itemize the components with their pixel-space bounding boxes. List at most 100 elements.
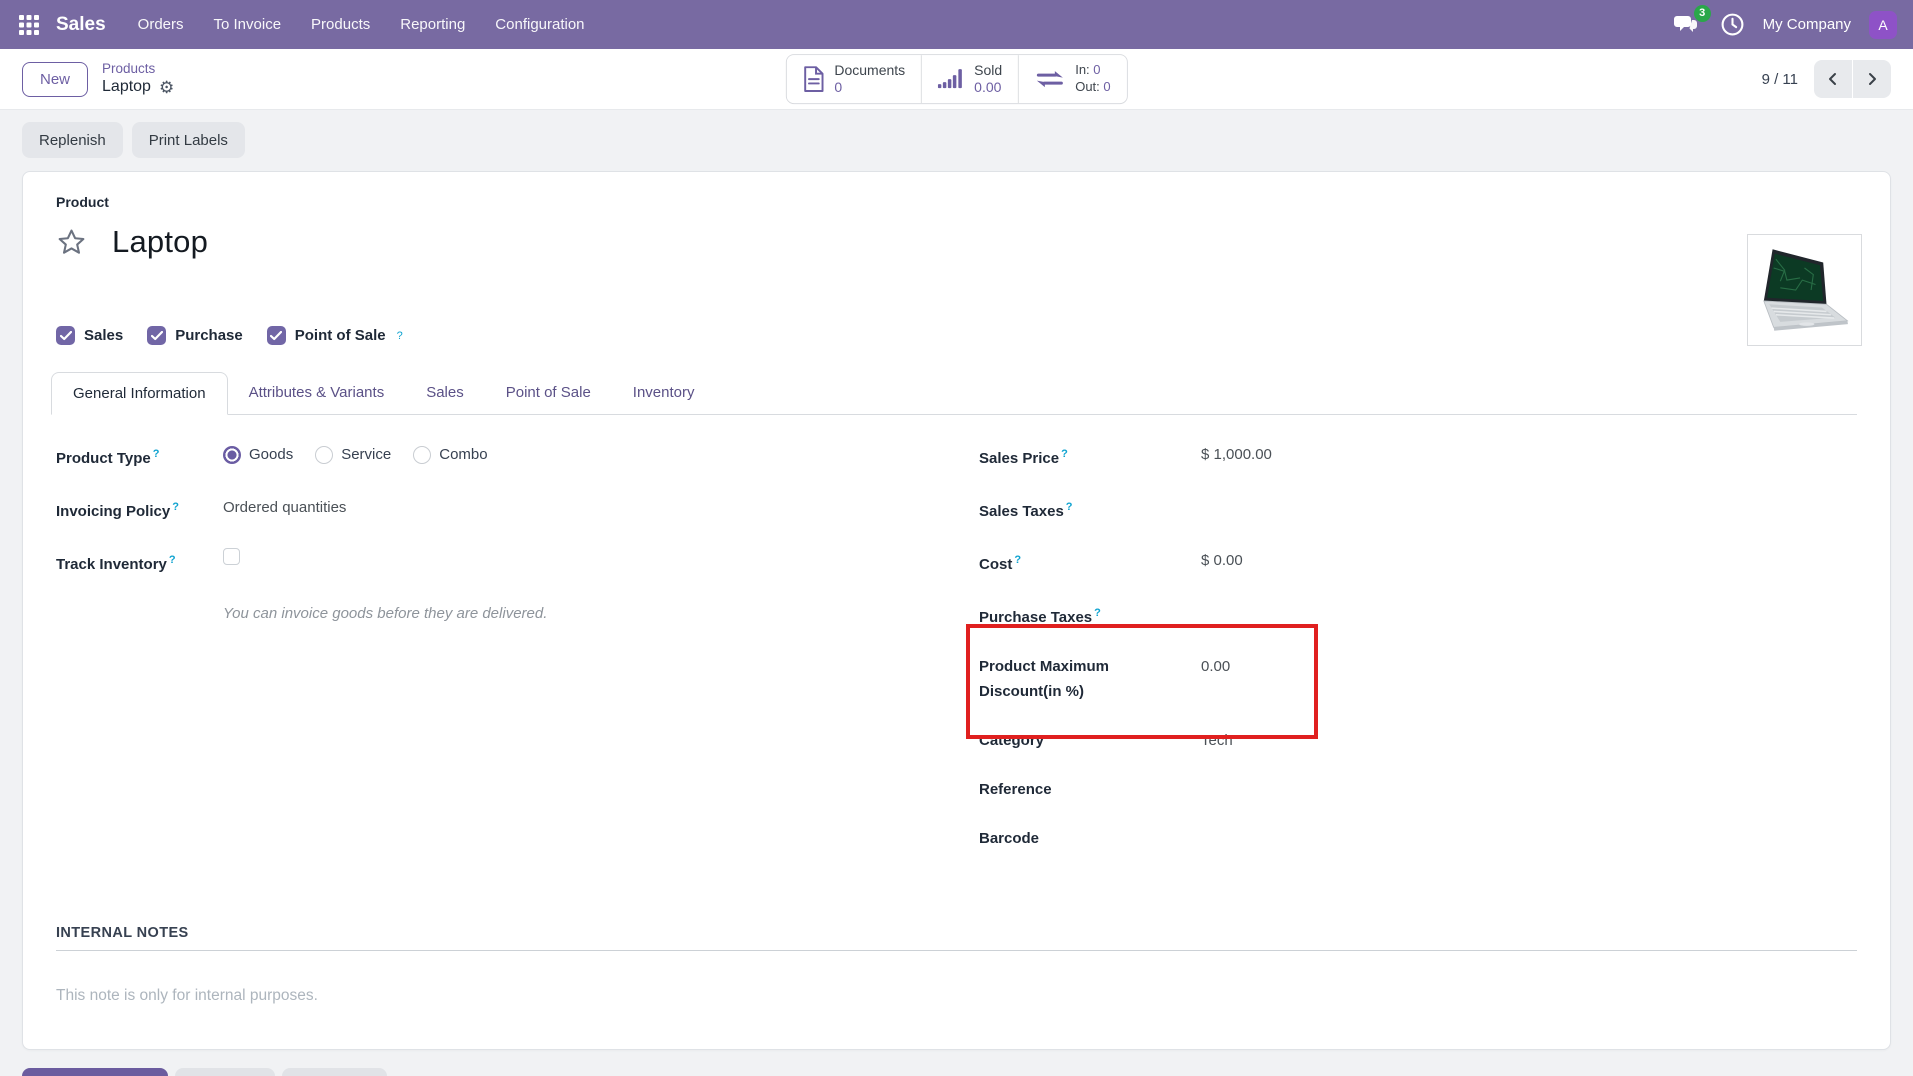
- breadcrumb: Products Laptop ⚙: [102, 61, 174, 98]
- channel-toggles: Sales Purchase Point of Sale ?: [56, 326, 1857, 345]
- sales-taxes-value[interactable]: [1201, 495, 1857, 520]
- pager-previous-button[interactable]: [1814, 60, 1852, 98]
- point-of-sale-checkbox[interactable]: Point of Sale ?: [267, 326, 403, 345]
- purchase-taxes-value[interactable]: [1201, 601, 1857, 626]
- partial-secondary-button[interactable]: [175, 1068, 275, 1076]
- documents-stat-button[interactable]: Documents 0: [786, 55, 922, 103]
- partial-primary-button[interactable]: [22, 1068, 168, 1076]
- help-question-icon[interactable]: ?: [397, 330, 403, 342]
- in-out-stat-button[interactable]: In: 0 Out: 0: [1019, 55, 1126, 103]
- radio-goods-label: Goods: [249, 442, 293, 467]
- partial-secondary-button[interactable]: [282, 1068, 387, 1076]
- notebook-tabs: General Information Attributes & Variant…: [51, 371, 1857, 415]
- print-labels-button[interactable]: Print Labels: [132, 122, 245, 158]
- tab-attributes-variants[interactable]: Attributes & Variants: [228, 372, 406, 415]
- product-title[interactable]: Laptop: [112, 224, 208, 260]
- help-question-icon[interactable]: ?: [1094, 607, 1101, 619]
- messages-icon[interactable]: 3: [1672, 12, 1702, 38]
- breadcrumb-current: Laptop: [102, 77, 151, 97]
- help-question-icon[interactable]: ?: [169, 554, 176, 566]
- user-avatar[interactable]: A: [1869, 11, 1897, 39]
- sales-taxes-label: Sales Taxes?: [979, 495, 1201, 524]
- company-switcher[interactable]: My Company: [1763, 16, 1851, 33]
- sales-price-value[interactable]: $ 1,000.00: [1201, 442, 1857, 467]
- help-question-icon[interactable]: ?: [1061, 448, 1068, 460]
- pos-toggle-label: Point of Sale: [295, 327, 386, 344]
- exchange-arrows-icon: [1035, 68, 1065, 90]
- menu-to-invoice[interactable]: To Invoice: [202, 10, 294, 39]
- main-content: Replenish Print Labels: [0, 110, 1913, 1076]
- radio-unselected-icon: [315, 446, 333, 464]
- purchase-taxes-label: Purchase Taxes?: [979, 601, 1201, 630]
- checkbox-checked-icon: [147, 326, 166, 345]
- radio-goods[interactable]: Goods: [223, 442, 293, 467]
- out-value: 0: [1103, 79, 1110, 94]
- out-label: Out:: [1075, 79, 1100, 94]
- settings-gear-icon[interactable]: ⚙: [159, 79, 174, 96]
- cost-value[interactable]: $ 0.00: [1201, 548, 1857, 573]
- product-type-label: Product Type?: [56, 442, 223, 471]
- track-inventory-label: Track Inventory?: [56, 548, 223, 577]
- barcode-value[interactable]: [1201, 826, 1857, 851]
- menu-configuration[interactable]: Configuration: [483, 10, 596, 39]
- help-question-icon[interactable]: ?: [172, 501, 179, 513]
- max-discount-value[interactable]: 0.00: [1201, 654, 1857, 679]
- category-label: Category: [979, 728, 1201, 753]
- sold-stat-button[interactable]: Sold 0.00: [922, 55, 1019, 103]
- app-brand[interactable]: Sales: [56, 14, 106, 36]
- help-question-icon[interactable]: ?: [153, 448, 160, 460]
- purchase-checkbox[interactable]: Purchase: [147, 326, 243, 345]
- tab-sales[interactable]: Sales: [405, 372, 485, 415]
- documents-label: Documents: [834, 62, 905, 79]
- purchase-toggle-label: Purchase: [175, 327, 243, 344]
- invoicing-policy-label: Invoicing Policy?: [56, 495, 223, 524]
- smart-buttons: Documents 0 Sold 0.00: [785, 54, 1127, 104]
- checkbox-checked-icon: [267, 326, 286, 345]
- sales-checkbox[interactable]: Sales: [56, 326, 123, 345]
- top-navbar: Sales Orders To Invoice Products Reporti…: [0, 0, 1913, 49]
- in-value: 0: [1093, 62, 1100, 77]
- category-value[interactable]: Tech: [1201, 728, 1857, 753]
- in-label: In:: [1075, 62, 1089, 77]
- help-question-icon[interactable]: ?: [1066, 501, 1073, 513]
- radio-combo[interactable]: Combo: [413, 442, 487, 467]
- checkbox-checked-icon: [56, 326, 75, 345]
- reference-value[interactable]: [1201, 777, 1857, 802]
- product-form-sheet: Product Laptop Sales Purchase: [22, 171, 1891, 1050]
- activities-clock-icon[interactable]: [1720, 12, 1745, 37]
- internal-notes-input[interactable]: This note is only for internal purposes.: [56, 987, 1857, 1005]
- pager-next-button[interactable]: [1853, 60, 1891, 98]
- radio-service[interactable]: Service: [315, 442, 391, 467]
- replenish-button[interactable]: Replenish: [22, 122, 123, 158]
- help-question-icon[interactable]: ?: [1014, 554, 1021, 566]
- product-type-radio-group: Goods Service Combo: [223, 442, 488, 467]
- tab-point-of-sale[interactable]: Point of Sale: [485, 372, 612, 415]
- pager-counter: 9 / 11: [1762, 71, 1798, 88]
- bar-chart-icon: [938, 67, 964, 91]
- radio-service-label: Service: [341, 442, 391, 467]
- clipped-footer-buttons: [22, 1068, 1891, 1076]
- radio-unselected-icon: [413, 446, 431, 464]
- menu-reporting[interactable]: Reporting: [388, 10, 477, 39]
- new-button[interactable]: New: [22, 62, 88, 97]
- track-inventory-checkbox[interactable]: [223, 548, 240, 565]
- sales-toggle-label: Sales: [84, 327, 123, 344]
- apps-grid-icon[interactable]: [12, 8, 46, 42]
- document-icon: [802, 66, 824, 92]
- breadcrumb-products-link[interactable]: Products: [102, 61, 174, 78]
- tab-general-information[interactable]: General Information: [51, 372, 228, 415]
- menu-orders[interactable]: Orders: [126, 10, 196, 39]
- favorite-star-icon[interactable]: [56, 227, 87, 258]
- cost-label: Cost?: [979, 548, 1201, 577]
- action-buttons-row: Replenish Print Labels: [22, 122, 1891, 158]
- invoicing-policy-value[interactable]: Ordered quantities: [223, 495, 979, 520]
- messages-badge: 3: [1694, 5, 1711, 22]
- tab-inventory[interactable]: Inventory: [612, 372, 716, 415]
- sold-value: 0.00: [974, 79, 1001, 96]
- radio-combo-label: Combo: [439, 442, 487, 467]
- reference-label: Reference: [979, 777, 1201, 802]
- product-image-thumbnail[interactable]: [1747, 234, 1862, 346]
- sold-label: Sold: [974, 62, 1002, 79]
- control-panel: New Products Laptop ⚙ Documents 0: [0, 49, 1913, 110]
- menu-products[interactable]: Products: [299, 10, 382, 39]
